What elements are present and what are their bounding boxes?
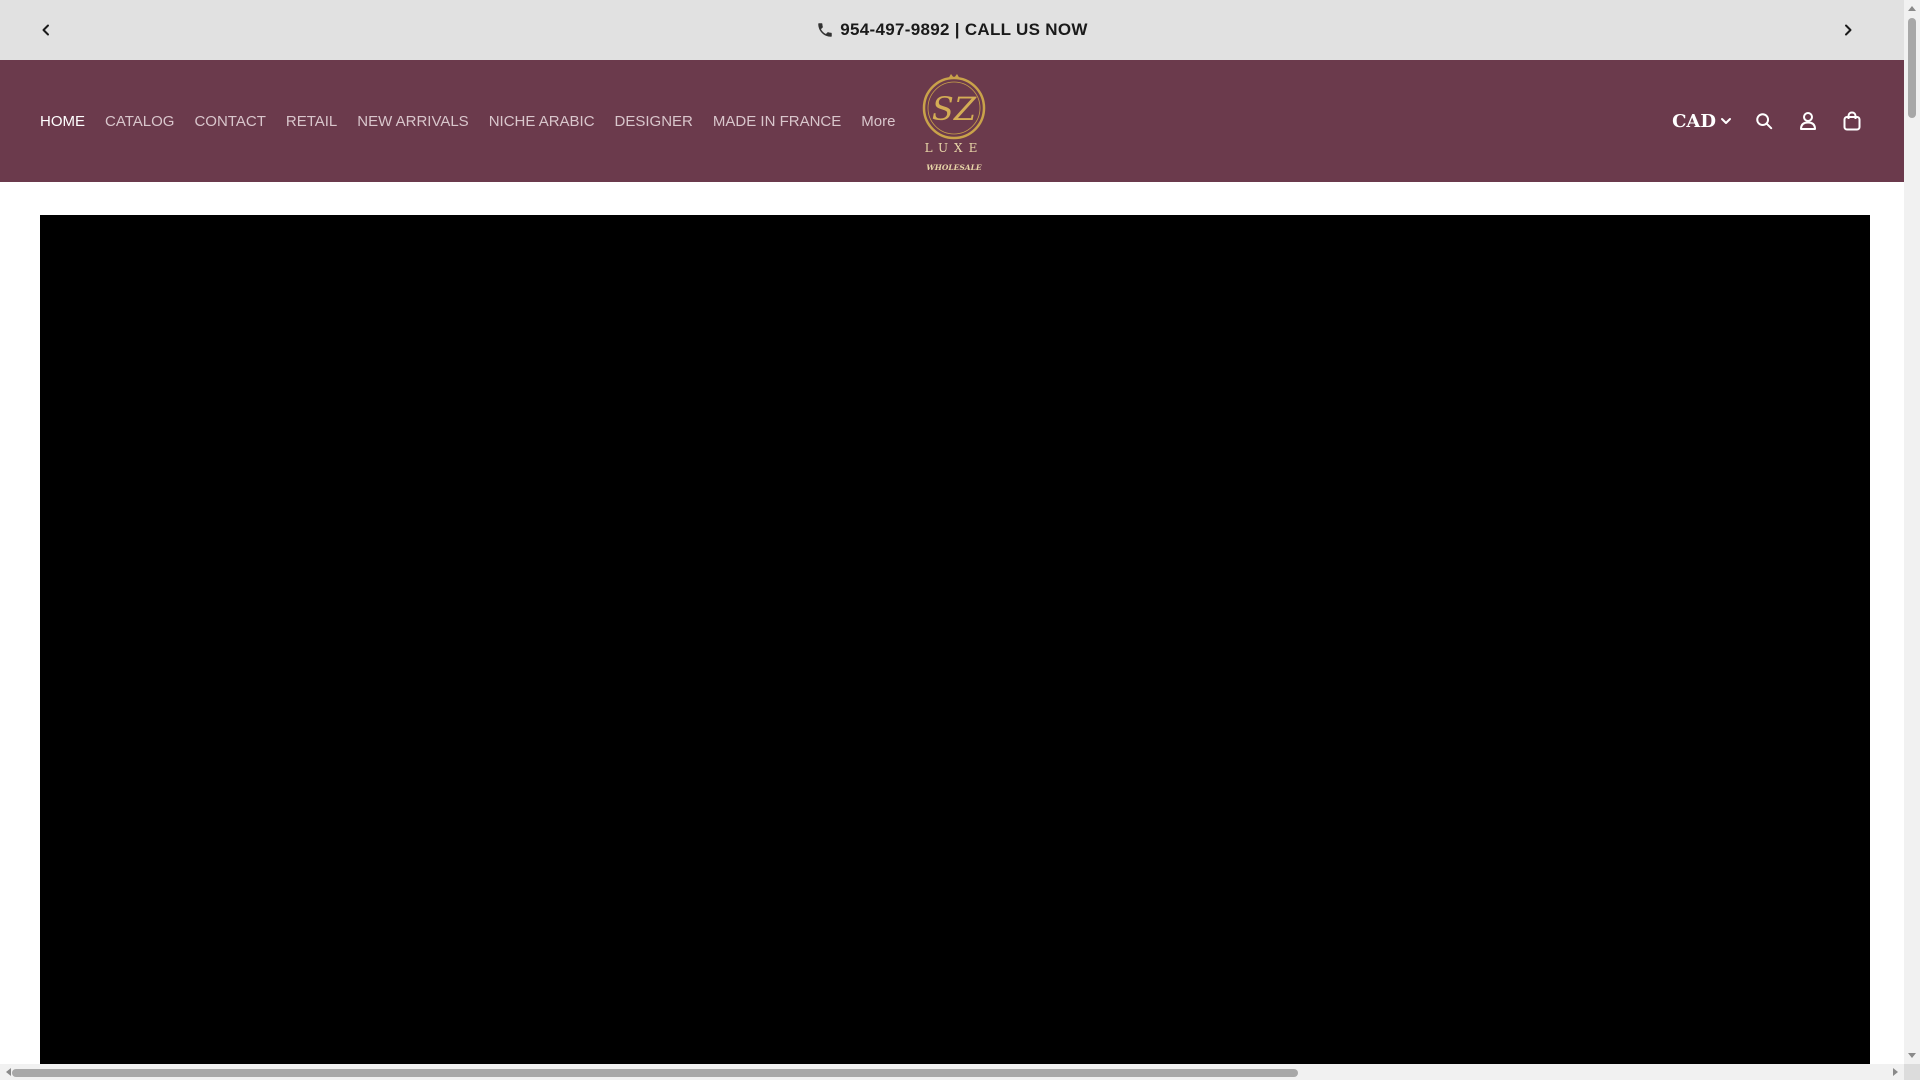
horizontal-scrollbar[interactable] bbox=[0, 1064, 1904, 1080]
chevron-right-icon bbox=[1845, 24, 1852, 36]
main-navigation: HOME CATALOG CONTACT RETAIL NEW ARRIVALS… bbox=[40, 60, 895, 182]
horizontal-scroll-thumb[interactable] bbox=[12, 1069, 1298, 1077]
nav-item-more[interactable]: More bbox=[861, 113, 895, 130]
announcement-text: 954-497-9892 | CALL US NOW bbox=[840, 20, 1088, 39]
nav-item-catalog[interactable]: CATALOG bbox=[105, 113, 174, 130]
account-button[interactable] bbox=[1796, 109, 1820, 133]
nav-item-new-arrivals[interactable]: NEW ARRIVALS bbox=[357, 113, 468, 130]
phone-icon bbox=[816, 21, 834, 39]
page: 954-497-9892 | CALL US NOW HOME CATALOG … bbox=[0, 0, 1904, 1064]
account-icon bbox=[1800, 112, 1816, 130]
search-icon bbox=[1756, 113, 1773, 130]
site-header: HOME CATALOG CONTACT RETAIL NEW ARRIVALS… bbox=[0, 60, 1904, 182]
nav-item-contact[interactable]: CONTACT bbox=[194, 113, 265, 130]
scroll-up-arrow-icon[interactable] bbox=[1904, 0, 1920, 16]
scroll-right-arrow-icon[interactable] bbox=[1888, 1064, 1904, 1080]
nav-item-home[interactable]: HOME bbox=[40, 113, 85, 130]
logo-tagline: WHOLESALE bbox=[926, 163, 982, 172]
logo-monogram: SZ bbox=[932, 90, 977, 128]
nav-item-made-in-france[interactable]: MADE IN FRANCE bbox=[713, 113, 841, 130]
hero-video[interactable] bbox=[40, 215, 1870, 1064]
nav-item-retail[interactable]: RETAIL bbox=[286, 113, 337, 130]
vertical-scroll-thumb[interactable] bbox=[1908, 18, 1916, 118]
cart-button[interactable] bbox=[1840, 109, 1864, 133]
search-button[interactable] bbox=[1752, 109, 1776, 133]
announcement-message[interactable]: 954-497-9892 | CALL US NOW bbox=[816, 20, 1088, 40]
currency-value: CAD bbox=[1672, 110, 1716, 132]
scroll-down-arrow-icon[interactable] bbox=[1904, 1048, 1920, 1064]
chevron-down-icon bbox=[1721, 118, 1731, 124]
nav-item-niche-arabic[interactable]: NICHE ARABIC bbox=[489, 113, 595, 130]
chevron-left-icon bbox=[42, 24, 49, 36]
nav-item-designer[interactable]: DESIGNER bbox=[615, 113, 693, 130]
announcement-bar: 954-497-9892 | CALL US NOW bbox=[0, 0, 1904, 60]
currency-selector[interactable]: CAD bbox=[1672, 111, 1732, 132]
header-actions: CAD bbox=[1672, 60, 1864, 182]
logo-word: LUXE bbox=[925, 141, 984, 155]
announcement-prev-button[interactable] bbox=[34, 18, 58, 42]
scrollbar-corner bbox=[1904, 1064, 1920, 1080]
vertical-scrollbar[interactable] bbox=[1904, 0, 1920, 1080]
cart-icon bbox=[1843, 111, 1861, 131]
site-logo[interactable]: SZ LUXE WHOLESALE bbox=[918, 68, 990, 176]
announcement-next-button[interactable] bbox=[1836, 18, 1860, 42]
